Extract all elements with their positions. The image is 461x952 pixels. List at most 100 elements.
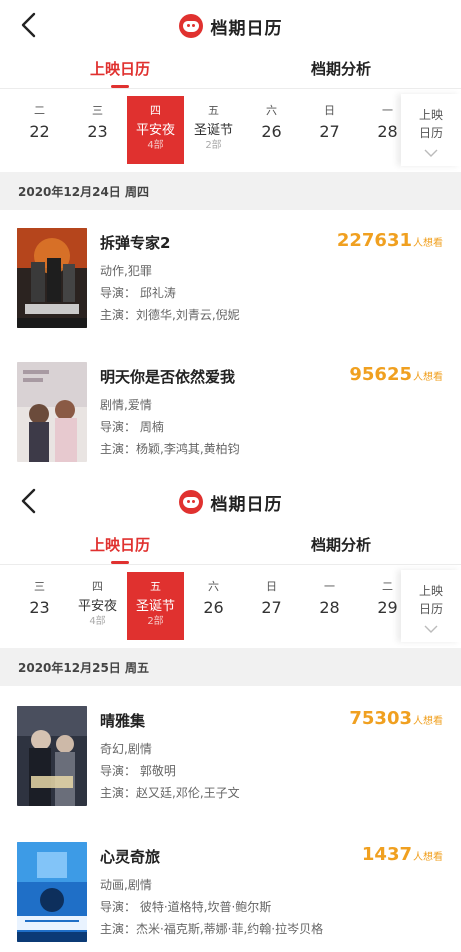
weekday-label: 三 <box>34 580 45 593</box>
want-count: 227631 <box>336 230 412 251</box>
want-count: 95625 <box>349 364 412 385</box>
weekday-label: 日 <box>266 580 277 593</box>
weekday-label: 日 <box>324 104 335 117</box>
movie-director: 导演： 彼特·道格特,坎普·鲍尔斯 <box>100 900 272 914</box>
film-count: 2部 <box>205 140 222 151</box>
date-strip: 三 23 四 平安夜 4部 五 圣诞节 2部 六 26 日 27 一 28 二 … <box>0 570 461 642</box>
header-title-group: 档期日历 <box>0 12 461 40</box>
weekday-label: 六 <box>208 580 219 593</box>
want-to-see: 75303 人想看 <box>349 708 443 729</box>
movie-cast: 主演：杰米·福克斯,蒂娜·菲,约翰·拉岑贝格 <box>100 922 324 936</box>
calendar-expand-button[interactable]: 上映日历 <box>401 94 461 166</box>
movie-director: 导演： 郭敬明 <box>100 764 176 778</box>
page-title: 档期日历 <box>210 494 283 515</box>
tab-release-calendar[interactable]: 上映日历 <box>55 530 185 566</box>
date-cell[interactable]: 二 22 <box>11 96 68 164</box>
day-number: 26 <box>261 122 282 141</box>
film-count: 2部 <box>147 616 164 627</box>
weekday-label: 四 <box>150 104 161 117</box>
want-suffix: 人想看 <box>413 716 443 727</box>
date-section-header: 2020年12月25日 周五 <box>0 648 461 686</box>
header: 档期日历 <box>0 0 461 50</box>
movie-item[interactable]: 明天你是否依然爱我 95625 人想看 剧情,爱情 导演： 周楠 主演：杨颖,李… <box>0 362 461 472</box>
holiday-label: 平安夜 <box>135 123 175 138</box>
weekday-label: 六 <box>266 104 277 117</box>
want-suffix: 人想看 <box>413 852 443 863</box>
cat-logo-icon <box>178 490 203 514</box>
date-cell[interactable]: 三 23 <box>69 96 126 164</box>
date-cell[interactable]: 六 26 <box>243 96 300 164</box>
day-number: 23 <box>29 598 50 617</box>
movie-poster <box>17 228 87 328</box>
tab-schedule-analysis[interactable]: 档期分析 <box>276 530 406 566</box>
date-cell[interactable]: 一 28 <box>301 572 358 640</box>
movie-director: 导演： 邱礼涛 <box>100 286 176 300</box>
movie-genre: 动画,剧情 <box>100 878 152 892</box>
movie-genre: 动作,犯罪 <box>100 264 152 278</box>
holiday-label: 圣诞节 <box>135 599 175 614</box>
tab-release-calendar[interactable]: 上映日历 <box>55 54 185 90</box>
movie-title: 心灵奇旅 <box>100 848 161 866</box>
date-cell-selected[interactable]: 五 圣诞节 2部 <box>127 572 184 640</box>
page-title: 档期日历 <box>210 18 283 39</box>
date-cell-selected[interactable]: 四 平安夜 4部 <box>127 96 184 164</box>
chevron-down-icon <box>424 625 438 633</box>
calendar-expand-button[interactable]: 上映日历 <box>401 570 461 642</box>
movie-item[interactable]: 拆弹专家2 227631 人想看 动作,犯罪 导演： 邱礼涛 主演：刘德华,刘青… <box>0 228 461 338</box>
date-cell[interactable]: 日 27 <box>301 96 358 164</box>
movie-genre: 奇幻,剧情 <box>100 742 152 756</box>
date-cell[interactable]: 四 平安夜 4部 <box>69 572 126 640</box>
holiday-label: 平安夜 <box>77 599 117 614</box>
movie-cast: 主演：刘德华,刘青云,倪妮 <box>100 308 240 322</box>
weekday-label: 五 <box>150 580 161 593</box>
holiday-label: 圣诞节 <box>193 123 233 138</box>
cat-logo-icon <box>178 14 203 38</box>
tab-bar: 上映日历 档期分析 <box>0 530 461 566</box>
movie-cast: 主演：杨颖,李鸿其,黄柏钧 <box>100 442 240 456</box>
tab-bar: 上映日历 档期分析 <box>0 54 461 90</box>
movie-title: 明天你是否依然爱我 <box>100 368 236 386</box>
day-number: 23 <box>87 122 108 141</box>
calendar-screen-2: 档期日历 上映日历 档期分析 三 23 四 平安夜 4部 五 圣诞节 2部 六 … <box>0 476 461 952</box>
weekday-label: 三 <box>92 104 103 117</box>
calendar-expand-label: 上映日历 <box>418 108 443 140</box>
day-number: 27 <box>319 122 340 141</box>
movie-director: 导演： 周楠 <box>100 420 164 434</box>
divider <box>0 564 461 565</box>
day-number: 22 <box>29 122 50 141</box>
want-suffix: 人想看 <box>413 372 443 383</box>
date-cell[interactable]: 三 23 <box>11 572 68 640</box>
tab-schedule-analysis[interactable]: 档期分析 <box>276 54 406 90</box>
movie-poster <box>17 706 87 806</box>
want-suffix: 人想看 <box>413 238 443 249</box>
date-section-header: 2020年12月24日 周四 <box>0 172 461 210</box>
film-count: 4部 <box>147 140 164 151</box>
header-title-group: 档期日历 <box>0 488 461 516</box>
weekday-label: 四 <box>92 580 103 593</box>
day-number: 26 <box>203 598 224 617</box>
divider <box>0 88 461 89</box>
weekday-label: 二 <box>34 104 45 117</box>
movie-poster <box>17 842 87 942</box>
movie-item[interactable]: 心灵奇旅 1437 人想看 动画,剧情 导演： 彼特·道格特,坎普·鲍尔斯 主演… <box>0 842 461 952</box>
header: 档期日历 <box>0 476 461 526</box>
chevron-down-icon <box>424 149 438 157</box>
movie-cast: 主演：赵又廷,邓伦,王子文 <box>100 786 240 800</box>
movie-title: 拆弹专家2 <box>100 234 171 252</box>
calendar-expand-label: 上映日历 <box>418 584 443 616</box>
movie-poster <box>17 362 87 462</box>
film-count: 4部 <box>89 616 106 627</box>
movie-item[interactable]: 晴雅集 75303 人想看 奇幻,剧情 导演： 郭敬明 主演：赵又廷,邓伦,王子… <box>0 706 461 816</box>
want-to-see: 1437 人想看 <box>362 844 443 865</box>
movie-title: 晴雅集 <box>100 712 146 730</box>
section-date: 2020年12月25日 周五 <box>18 661 149 675</box>
date-cell[interactable]: 五 圣诞节 2部 <box>185 96 242 164</box>
date-cell[interactable]: 日 27 <box>243 572 300 640</box>
weekday-label: 一 <box>324 580 335 593</box>
date-cell[interactable]: 六 26 <box>185 572 242 640</box>
want-to-see: 95625 人想看 <box>349 364 443 385</box>
section-date: 2020年12月24日 周四 <box>18 185 149 199</box>
weekday-label: 五 <box>208 104 219 117</box>
want-count: 1437 <box>361 844 412 865</box>
day-number: 27 <box>261 598 282 617</box>
